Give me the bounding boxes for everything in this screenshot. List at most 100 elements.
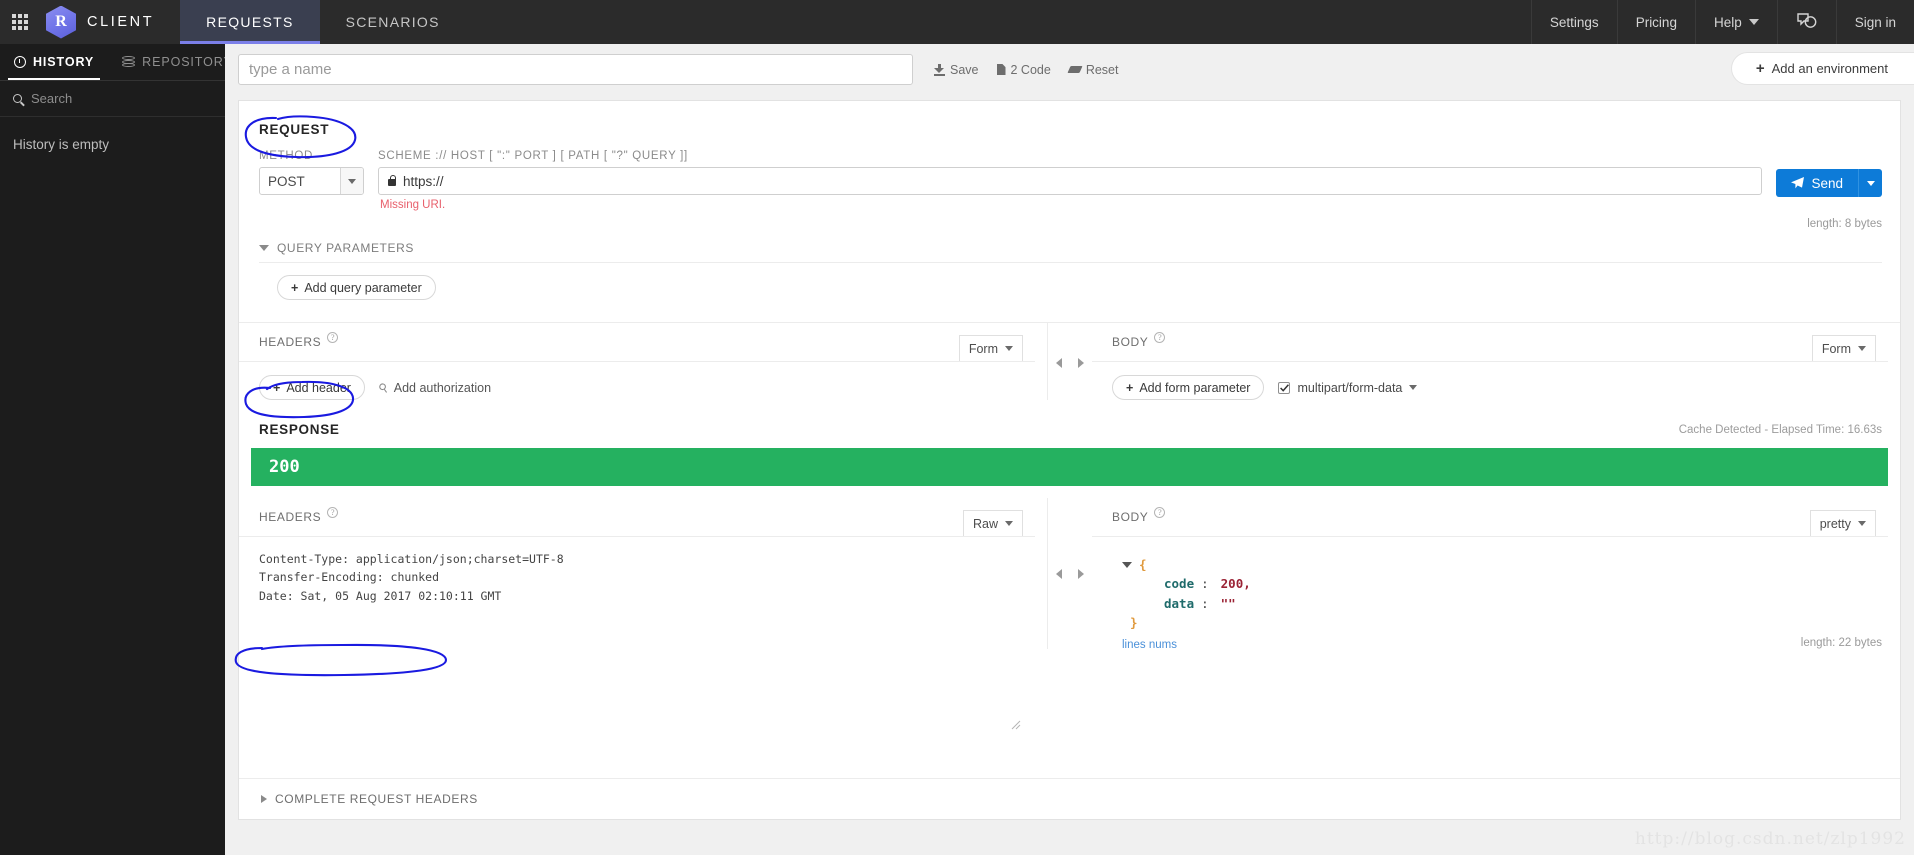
brand-logo[interactable]: R CLIENT — [40, 0, 180, 44]
nav-settings-label: Settings — [1549, 14, 1599, 30]
sidebar-search-placeholder: Search — [31, 91, 73, 106]
apps-grid-icon[interactable] — [0, 0, 40, 44]
nav-left-group: R CLIENT REQUESTS SCENARIOS — [0, 0, 466, 44]
triangle-down-icon[interactable] — [1122, 561, 1132, 568]
json-value-data: "" — [1220, 595, 1236, 611]
response-headers-view-value: Raw — [972, 516, 998, 531]
method-uri-row: METHOD POST SCHEME :// HOST [ ":" PORT ]… — [239, 150, 1900, 211]
request-body-pane: BODY ? Form + Add form parameter multipa… — [1092, 323, 1900, 400]
request-headers-view-select[interactable]: Form — [958, 335, 1023, 361]
request-panels: HEADERS ? Form + Add header ⚲ Add author… — [239, 322, 1900, 400]
nav-right-group: Settings Pricing Help Sign in — [1530, 0, 1914, 44]
lock-icon — [388, 174, 397, 186]
json-open-brace: { — [1139, 557, 1147, 572]
resize-handle[interactable] — [1011, 717, 1021, 729]
tab-scenarios[interactable]: SCENARIOS — [320, 0, 466, 44]
request-headers-title: HEADERS — [259, 335, 322, 349]
send-button-label: Send — [1811, 175, 1843, 191]
add-authorization-button[interactable]: ⚲ Add authorization — [376, 379, 491, 396]
response-headers-line-3: Date: Sat, 05 Aug 2017 02:10:11 GMT — [259, 588, 502, 603]
add-query-parameter-button[interactable]: + Add query parameter — [277, 275, 436, 300]
response-status-code: 200 — [269, 457, 300, 477]
content-type-checkbox[interactable] — [1278, 381, 1291, 394]
reset-button[interactable]: Reset — [1067, 62, 1119, 77]
query-parameters-header[interactable]: QUERY PARAMETERS — [259, 241, 1882, 263]
help-circle-icon[interactable]: ? — [1154, 507, 1166, 518]
response-body-view-select[interactable]: pretty — [1809, 510, 1876, 536]
method-column: METHOD POST — [259, 150, 364, 195]
method-select-arrow[interactable] — [340, 168, 363, 194]
tab-requests[interactable]: REQUESTS — [180, 0, 321, 44]
response-status-bar: 200 — [251, 448, 1888, 486]
add-form-parameter-button[interactable]: + Add form parameter — [1112, 375, 1265, 400]
method-select[interactable]: POST — [259, 167, 364, 195]
chevron-down-icon — [1858, 346, 1866, 351]
nav-settings[interactable]: Settings — [1530, 0, 1617, 44]
request-headers-head: HEADERS ? Form — [239, 332, 1035, 362]
uri-input[interactable]: https:// — [378, 167, 1763, 195]
reset-button-label: Reset — [1085, 62, 1119, 77]
help-circle-icon[interactable]: ? — [327, 507, 339, 518]
chevron-down-icon — [1409, 385, 1418, 390]
response-headers-title: HEADERS — [259, 510, 322, 524]
request-body-view-select[interactable]: Form — [1811, 335, 1876, 361]
sidebar-search[interactable]: Search — [0, 81, 225, 117]
request-headers-pane: HEADERS ? Form + Add header ⚲ Add author… — [239, 323, 1048, 400]
collapse-right-icon[interactable] — [1070, 357, 1092, 368]
request-name-bar: Save 2 Code Reset — [225, 44, 1914, 94]
main-content: Save 2 Code Reset + Add an environment R… — [225, 44, 1914, 855]
plus-icon: + — [1126, 380, 1134, 395]
request-response-card: REQUEST METHOD POST SCHEME :// HOST [ ":… — [238, 100, 1901, 820]
chevron-down-icon — [348, 178, 356, 184]
cache-elapsed-text: Cache Detected - Elapsed Time: 16.63s — [1678, 423, 1882, 436]
chat-bubbles-icon — [1796, 12, 1818, 32]
collapse-left-icon[interactable] — [1048, 569, 1070, 580]
request-body-view-value: Form — [1821, 341, 1851, 356]
help-circle-icon[interactable]: ? — [327, 332, 339, 343]
complete-request-headers-toggle[interactable]: COMPLETE REQUEST HEADERS — [239, 779, 1900, 819]
json-open-brace-row: { — [1122, 555, 1900, 574]
tab-scenarios-label: SCENARIOS — [345, 14, 440, 30]
content-type-label: multipart/form-data — [1297, 380, 1403, 395]
collapse-right-icon[interactable] — [1070, 569, 1092, 580]
document-icon — [996, 64, 1006, 75]
method-label: METHOD — [259, 150, 314, 162]
nav-pricing[interactable]: Pricing — [1616, 0, 1695, 44]
save-icon — [934, 64, 945, 76]
query-parameters-body: + Add query parameter — [259, 263, 1882, 300]
collapse-left-icon[interactable] — [1048, 357, 1070, 368]
add-environment-button[interactable]: + Add an environment — [1731, 53, 1914, 84]
request-body-head: BODY ? Form — [1092, 332, 1888, 362]
response-headers-head: HEADERS ? Raw — [239, 507, 1035, 537]
uri-error-message: Missing URI. — [380, 199, 446, 211]
json-colon: : — [1201, 595, 1209, 611]
nav-chat[interactable] — [1776, 0, 1836, 44]
chevron-down-icon — [1748, 19, 1759, 25]
save-button[interactable]: Save — [934, 63, 979, 77]
send-button[interactable]: Send — [1776, 169, 1858, 197]
add-header-button[interactable]: + Add header — [259, 375, 365, 400]
method-value: POST — [268, 173, 305, 189]
plus-icon: + — [1755, 60, 1765, 77]
nav-sign-in[interactable]: Sign in — [1835, 0, 1914, 44]
send-options-button[interactable] — [1858, 169, 1882, 197]
json-colon: : — [1201, 576, 1209, 592]
response-headers-view-select[interactable]: Raw — [962, 510, 1023, 536]
request-body-title: BODY — [1112, 335, 1149, 349]
nav-help-label: Help — [1713, 14, 1742, 30]
response-panels: HEADERS ? Raw Content-Type: application/… — [239, 498, 1900, 729]
brand-name: CLIENT — [87, 14, 155, 30]
response-section-title: RESPONSE — [259, 422, 340, 437]
sidebar-tab-history[interactable]: HISTORY — [0, 44, 108, 80]
json-close-brace-row: } — [1122, 613, 1900, 632]
request-name-input[interactable] — [238, 54, 913, 85]
response-headers-pane: HEADERS ? Raw Content-Type: application/… — [239, 498, 1048, 729]
query-parameters-section: QUERY PARAMETERS + Add query parameter — [239, 241, 1900, 300]
code-button[interactable]: 2 Code — [996, 63, 1051, 77]
help-circle-icon[interactable]: ? — [1154, 332, 1166, 343]
triangle-down-icon — [259, 245, 269, 251]
content-type-selector[interactable]: multipart/form-data — [1278, 380, 1418, 395]
nav-help[interactable]: Help — [1694, 0, 1777, 44]
json-body-viewer: { code : 200, data : ""} — [1092, 537, 1900, 633]
request-headers-body: + Add header ⚲ Add authorization — [239, 362, 1047, 400]
